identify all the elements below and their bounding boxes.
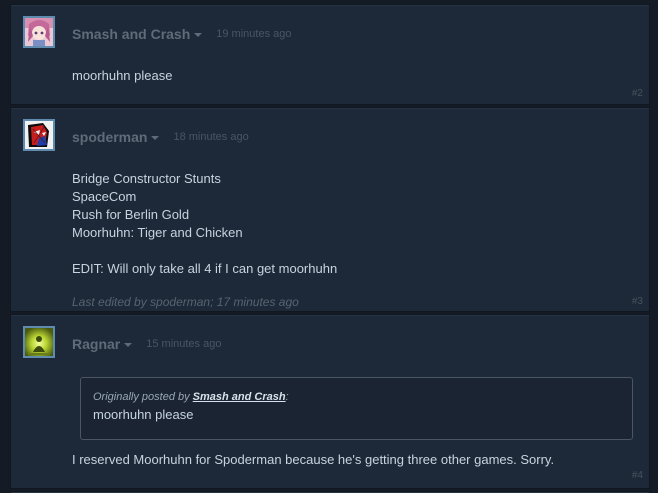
chevron-down-icon[interactable]: [194, 33, 203, 37]
comment-line: EDIT: Will only take all 4 if I can get …: [72, 261, 338, 276]
quote-header: Originally posted by Smash and Crash:: [93, 390, 620, 404]
comment-line: [72, 242, 337, 260]
comment-body: Bridge Constructor Stunts SpaceCom Rush …: [72, 170, 337, 278]
comment-body: I reserved Moorhuhn for Spoderman becaus…: [72, 451, 554, 469]
post-timestamp: 15 minutes ago: [146, 338, 222, 350]
post-timestamp: 19 minutes ago: [216, 28, 292, 40]
author-row: Ragnar 15 minutes ago: [72, 336, 221, 352]
post-number-link[interactable]: #4: [632, 470, 643, 481]
spiderman-mask-avatar-icon: [25, 121, 53, 149]
post-number-link[interactable]: #3: [632, 296, 643, 307]
comment-line: Rush for Berlin Gold: [72, 207, 190, 222]
user-avatar[interactable]: [23, 326, 55, 358]
comment-line: Bridge Constructor Stunts: [72, 171, 221, 186]
comment-line: Moorhuhn: Tiger and Chicken: [72, 225, 243, 240]
comment-line: I reserved Moorhuhn for Spoderman becaus…: [72, 452, 555, 467]
comment-line: moorhuhn please: [72, 68, 173, 83]
user-avatar[interactable]: [23, 119, 55, 151]
post-number-link[interactable]: #2: [632, 88, 643, 99]
author-row: Smash and Crash 19 minutes ago: [72, 26, 291, 42]
author-name[interactable]: Smash and Crash: [72, 26, 190, 42]
user-avatar[interactable]: [23, 16, 55, 48]
chevron-down-icon[interactable]: [151, 136, 160, 140]
comment-post: Smash and Crash 19 minutes ago moorhuhn …: [10, 4, 650, 105]
green-glow-avatar-icon: [25, 328, 53, 356]
quote-text: moorhuhn please: [93, 407, 194, 422]
comment-body: moorhuhn please: [72, 67, 172, 85]
comment-post: Ragnar 15 minutes ago Originally posted …: [10, 314, 650, 489]
quote-author-link[interactable]: Smash and Crash: [193, 391, 286, 403]
quote-suffix: :: [285, 391, 289, 403]
anime-girl-avatar-icon: [25, 18, 53, 46]
comment-post: spoderman 18 minutes ago Bridge Construc…: [10, 107, 650, 312]
author-row: spoderman 18 minutes ago: [72, 129, 249, 145]
author-name[interactable]: spoderman: [72, 129, 147, 145]
quote-prefix: Originally posted by: [93, 391, 193, 403]
author-name[interactable]: Ragnar: [72, 336, 120, 352]
comment-thread: Smash and Crash 19 minutes ago moorhuhn …: [0, 0, 658, 493]
quote-block: Originally posted by Smash and Crash: mo…: [80, 377, 633, 440]
post-timestamp: 18 minutes ago: [173, 131, 249, 143]
comment-line: SpaceCom: [72, 189, 137, 204]
chevron-down-icon[interactable]: [124, 343, 133, 347]
edited-note: Last edited by spoderman; 17 minutes ago: [72, 295, 299, 309]
